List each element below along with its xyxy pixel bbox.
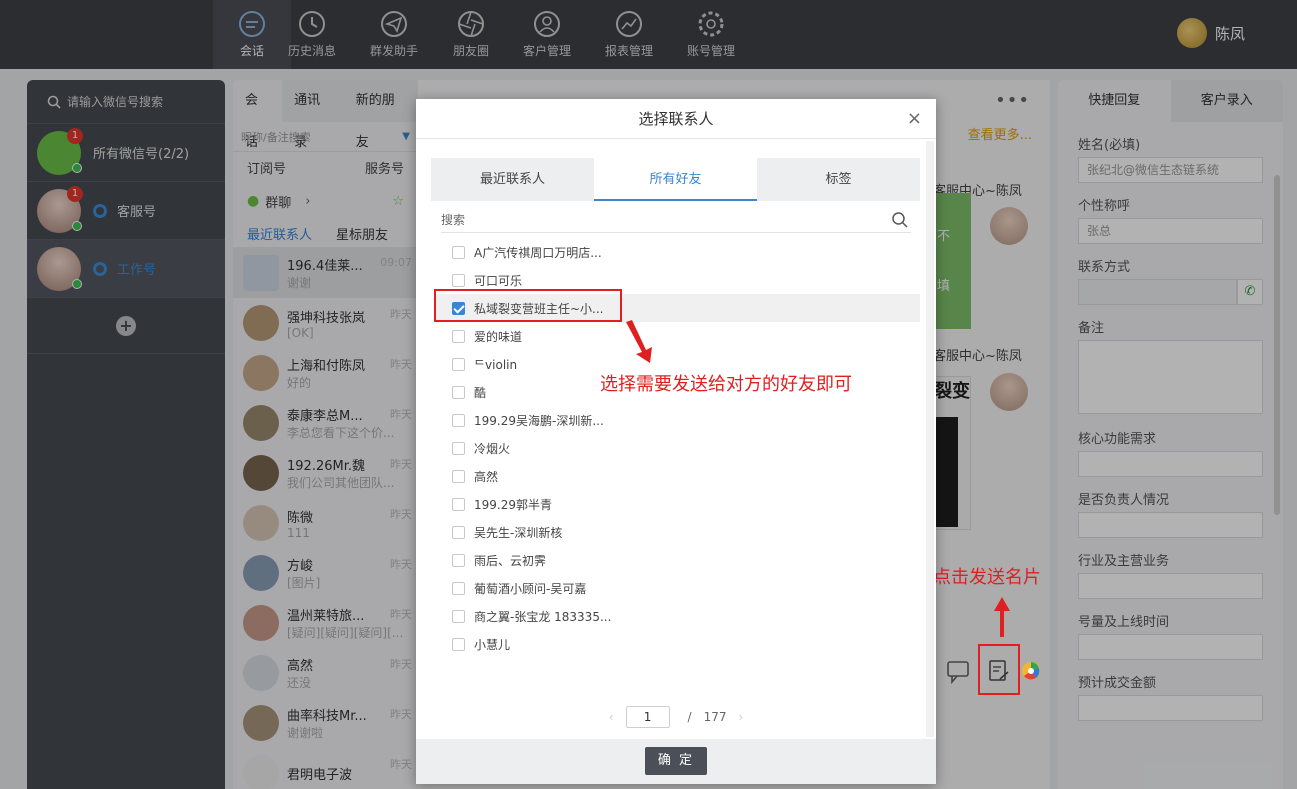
list-item[interactable]: 199.29郭半青 <box>436 490 920 518</box>
dialog-title: 选择联系人 <box>638 110 714 128</box>
contact-name: ᄃviolin <box>474 357 518 372</box>
list-item[interactable]: 199.29吴海鹏-深圳新... <box>436 406 920 434</box>
list-item[interactable]: 吴先生-深圳新核 <box>436 518 920 546</box>
dialog-footer: 确 定 <box>416 739 936 784</box>
checkbox[interactable] <box>452 385 465 399</box>
contact-name: 199.29郭半青 <box>474 497 552 512</box>
business-card-icon[interactable] <box>988 659 1010 683</box>
dialog-header: 选择联系人 × <box>416 99 936 139</box>
contact-name: 吴先生-深圳新核 <box>474 525 563 540</box>
tab-all-friends[interactable]: 所有好友 <box>594 158 757 201</box>
contact-name: 高然 <box>474 469 499 484</box>
tab-tags[interactable]: 标签 <box>757 158 920 201</box>
checkbox[interactable] <box>452 637 465 651</box>
pagination: ‹ 1 / 177 › <box>416 705 936 729</box>
color-wheel-icon[interactable] <box>1020 660 1042 682</box>
contact-name: 可口可乐 <box>474 273 523 288</box>
checkbox[interactable] <box>452 357 465 371</box>
list-item[interactable]: 雨后、云初霁 <box>436 546 920 574</box>
contact-name: 小慧儿 <box>474 637 511 652</box>
hint-select-friend: 选择需要发送给对方的好友即可 <box>600 374 852 395</box>
tab-recent-contacts[interactable]: 最近联系人 <box>431 158 594 201</box>
checkbox[interactable] <box>452 245 465 259</box>
page-number-input[interactable]: 1 <box>625 706 670 728</box>
contact-name: 冷烟火 <box>474 441 511 456</box>
list-item[interactable]: 爱的味道 <box>436 322 920 350</box>
next-page-button[interactable]: › <box>738 710 743 724</box>
checkbox[interactable] <box>452 525 465 539</box>
prev-page-button[interactable]: ‹ <box>609 710 614 724</box>
contact-name: 葡萄酒小顾问-吴可嘉 <box>474 581 587 596</box>
checkbox[interactable] <box>452 497 465 511</box>
checkbox[interactable] <box>452 553 465 567</box>
contact-name: 酷 <box>474 385 487 400</box>
contact-name: 爱的味道 <box>474 329 523 344</box>
search-icon[interactable] <box>891 211 909 229</box>
list-item[interactable]: 商之翼-张宝龙 183335... <box>436 602 920 630</box>
message-icon[interactable] <box>946 660 972 684</box>
checkbox[interactable] <box>452 329 465 343</box>
checkbox[interactable] <box>452 581 465 595</box>
checkbox[interactable] <box>452 273 465 287</box>
arrow-down-icon <box>626 320 652 363</box>
page-total: 177 <box>703 710 727 724</box>
contact-name: A广汽传祺周口万明店... <box>474 245 602 260</box>
dialog-scrollbar[interactable] <box>926 141 934 737</box>
checkbox[interactable] <box>452 609 465 623</box>
contact-name: 199.29吴海鹏-深圳新... <box>474 413 604 428</box>
list-item[interactable]: 冷烟火 <box>436 434 920 462</box>
checkbox[interactable] <box>452 441 465 455</box>
contact-name: 雨后、云初霁 <box>474 553 547 568</box>
checkbox[interactable] <box>452 413 465 427</box>
list-item[interactable]: A广汽传祺周口万明店... <box>436 238 920 266</box>
contact-type-tabs: 最近联系人 所有好友 标签 <box>431 158 920 201</box>
contact-search-input[interactable]: 搜索 <box>441 207 911 233</box>
list-item[interactable]: 葡萄酒小顾问-吴可嘉 <box>436 574 920 602</box>
close-icon[interactable]: × <box>907 99 922 139</box>
list-item[interactable]: 小慧儿 <box>436 630 920 658</box>
highlight-box <box>434 289 622 322</box>
checkbox[interactable] <box>452 469 465 483</box>
hint-send-card: 点击发送名片 <box>933 567 1041 588</box>
select-contact-dialog: 选择联系人 × 最近联系人 所有好友 标签 搜索 A广汽传祺周口万明店... 可… <box>416 99 936 784</box>
search-placeholder: 搜索 <box>441 213 466 227</box>
page-separator: / <box>687 710 692 724</box>
list-item[interactable]: 高然 <box>436 462 920 490</box>
confirm-button[interactable]: 确 定 <box>645 747 707 775</box>
contact-name: 商之翼-张宝龙 183335... <box>474 609 612 624</box>
arrow-up-icon <box>994 597 1010 637</box>
